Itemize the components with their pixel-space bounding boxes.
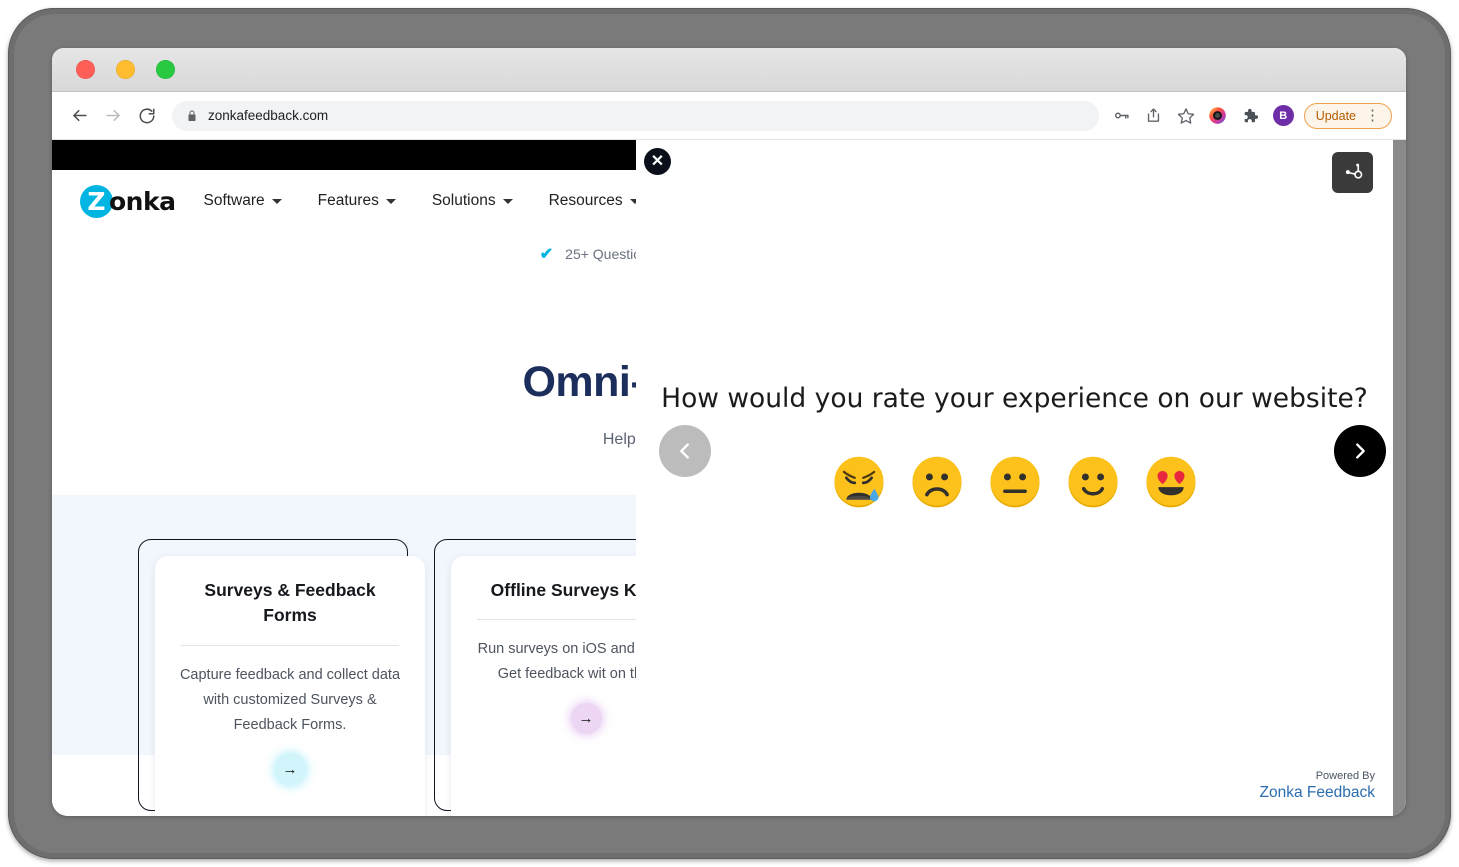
lock-icon [186,109,198,123]
extension-colorful-icon[interactable] [1203,101,1233,131]
heart-eyes-face-emoji[interactable] [1144,455,1198,509]
chevron-down-icon [386,199,396,204]
page-scrollbar[interactable] [1393,140,1406,816]
card-title: Surveys & Feedback Forms [179,578,401,629]
forward-button[interactable] [98,101,128,131]
slightly-smiling-face-emoji[interactable] [1066,455,1120,509]
neutral-face-emoji[interactable] [988,455,1042,509]
nav-item-solutions[interactable]: Solutions [432,192,513,210]
window-title-bar [52,48,1406,92]
chevron-down-icon [272,199,282,204]
address-bar[interactable]: zonkafeedback.com [172,101,1099,131]
powered-by-label: Powered By [1260,770,1375,782]
nav-item-features[interactable]: Features [318,192,396,210]
nav-label: Software [203,192,264,210]
nav-item-resources[interactable]: Resources [549,192,640,210]
update-label: Update [1316,109,1356,123]
browser-toolbar: zonkafeedback.com [52,92,1406,140]
divider [181,645,399,646]
survey-question: How would you rate your experience on ou… [636,383,1393,414]
nav-label: Resources [549,192,623,210]
page-viewport: Z onka Software Features Solutions Resou… [52,140,1406,816]
previous-question-button[interactable] [659,425,711,477]
window-maximize-button[interactable] [156,60,175,79]
check-icon: ✔ [540,244,553,264]
browser-window: zonkafeedback.com [52,48,1406,816]
emoji-rating-scale [636,455,1393,509]
update-button[interactable]: Update ⋮ [1304,103,1392,129]
logo-text: onka [109,187,175,216]
key-icon[interactable] [1107,101,1137,131]
crying-face-emoji[interactable] [832,455,886,509]
card-arrow-button[interactable]: → [275,754,306,785]
profile-avatar[interactable]: B [1273,105,1294,126]
frowning-face-emoji[interactable] [910,455,964,509]
zonka-logo[interactable]: Z onka [80,185,175,218]
reload-button[interactable] [132,101,162,131]
back-button[interactable] [64,101,94,131]
share-icon[interactable] [1139,101,1169,131]
window-minimize-button[interactable] [116,60,135,79]
survey-popup: ✕ How would you rate your experience on … [636,140,1393,816]
nav-label: Features [318,192,379,210]
powered-by-credit: Powered By Zonka Feedback [1260,770,1375,802]
browser-menu-icon[interactable]: ⋮ [1365,108,1380,123]
card-arrow-button[interactable]: → [571,703,602,734]
url-text: zonkafeedback.com [208,108,328,123]
puzzle-extensions-icon[interactable] [1235,101,1265,131]
close-icon[interactable]: ✕ [644,148,671,175]
card-body: Capture feedback and collect data with c… [179,663,401,738]
window-close-button[interactable] [76,60,95,79]
hubspot-sprocket-icon[interactable] [1332,152,1373,193]
feature-card[interactable]: Surveys & Feedback Forms Capture feedbac… [138,539,408,811]
powered-by-brand[interactable]: Zonka Feedback [1260,784,1375,802]
toolbar-right-group: B Update ⋮ [1107,101,1392,131]
next-question-button[interactable] [1334,425,1386,477]
nav-item-software[interactable]: Software [203,192,281,210]
chevron-down-icon [503,199,513,204]
bookmark-star-icon[interactable] [1171,101,1201,131]
nav-label: Solutions [432,192,496,210]
